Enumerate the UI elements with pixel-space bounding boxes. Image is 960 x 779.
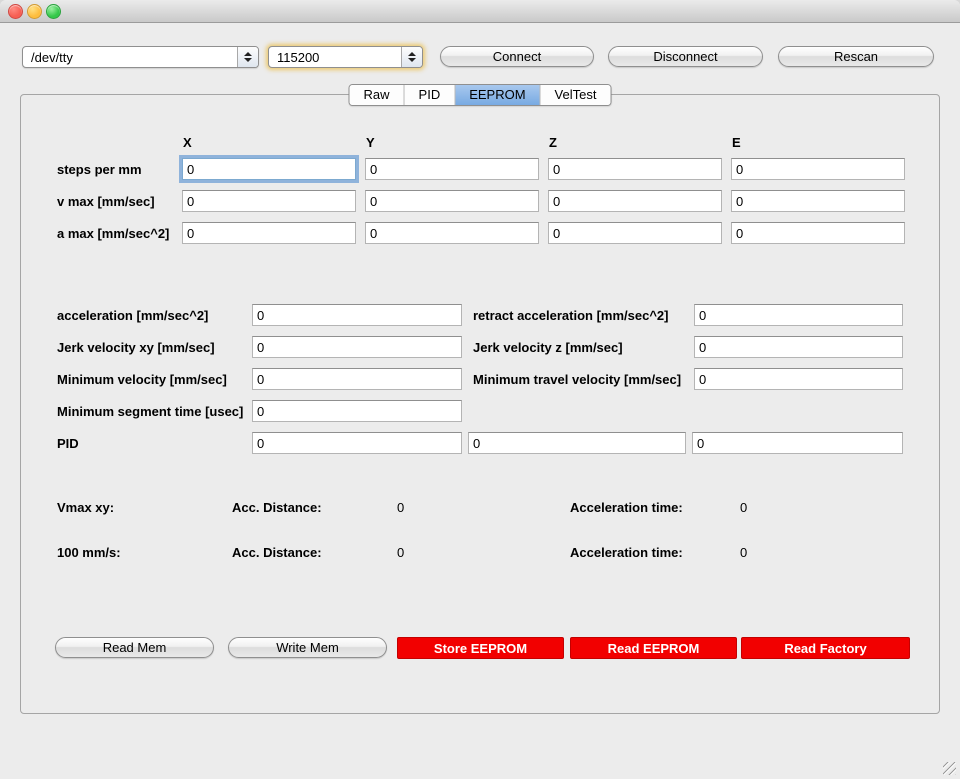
retract-acceleration-field[interactable] <box>694 304 903 326</box>
connect-button[interactable]: Connect <box>440 46 594 67</box>
column-header-z: Z <box>549 135 557 150</box>
retract-acceleration-label: retract acceleration [mm/sec^2] <box>473 308 668 323</box>
read-mem-button[interactable]: Read Mem <box>55 637 214 658</box>
write-mem-button[interactable]: Write Mem <box>228 637 387 658</box>
minimum-segment-time-field[interactable] <box>252 400 462 422</box>
minimum-travel-velocity-field[interactable] <box>694 368 903 390</box>
minimize-button[interactable] <box>27 4 42 19</box>
acc-distance-value-1: 0 <box>397 500 404 515</box>
tab-bar: Raw PID EEPROM VelTest <box>349 84 612 106</box>
resize-grip[interactable] <box>943 762 956 775</box>
column-header-x: X <box>183 135 192 150</box>
tab-raw[interactable]: Raw <box>350 85 405 105</box>
jerk-velocity-z-field[interactable] <box>694 336 903 358</box>
pid-field-2[interactable] <box>468 432 686 454</box>
tab-veltest[interactable]: VelTest <box>541 85 611 105</box>
a-max-x-field[interactable] <box>182 222 356 244</box>
hundred-mms-label: 100 mm/s: <box>57 545 121 560</box>
minimum-segment-time-label: Minimum segment time [usec] <box>57 404 243 419</box>
vmax-xy-label: Vmax xy: <box>57 500 114 515</box>
rescan-button[interactable]: Rescan <box>778 46 934 67</box>
stepper-arrows-icon <box>237 47 258 67</box>
tab-eeprom[interactable]: EEPROM <box>455 85 540 105</box>
v-max-label: v max [mm/sec] <box>57 194 155 209</box>
acceleration-field[interactable] <box>252 304 462 326</box>
v-max-e-field[interactable] <box>731 190 905 212</box>
minimum-travel-velocity-label: Minimum travel velocity [mm/sec] <box>473 372 681 387</box>
acc-distance-label-2: Acc. Distance: <box>232 545 322 560</box>
acceleration-time-label-2: Acceleration time: <box>570 545 683 560</box>
pid-label: PID <box>57 436 79 451</box>
steps-per-mm-e-field[interactable] <box>731 158 905 180</box>
pid-field-1[interactable] <box>252 432 462 454</box>
baud-rate-select[interactable]: 115200 <box>268 46 423 68</box>
column-header-y: Y <box>366 135 375 150</box>
v-max-z-field[interactable] <box>548 190 722 212</box>
disconnect-button[interactable]: Disconnect <box>608 46 763 67</box>
a-max-z-field[interactable] <box>548 222 722 244</box>
stepper-arrows-icon <box>401 47 422 67</box>
title-bar[interactable] <box>0 0 960 23</box>
jerk-velocity-z-label: Jerk velocity z [mm/sec] <box>473 340 623 355</box>
acceleration-time-label-1: Acceleration time: <box>570 500 683 515</box>
minimum-velocity-field[interactable] <box>252 368 462 390</box>
read-eeprom-button[interactable]: Read EEPROM <box>570 637 737 659</box>
steps-per-mm-y-field[interactable] <box>365 158 539 180</box>
pid-field-3[interactable] <box>692 432 903 454</box>
app-window: /dev/tty 115200 Connect Disconnect Resca… <box>0 0 960 779</box>
v-max-x-field[interactable] <box>182 190 356 212</box>
zoom-button[interactable] <box>46 4 61 19</box>
serial-port-select[interactable]: /dev/tty <box>22 46 259 68</box>
close-button[interactable] <box>8 4 23 19</box>
acceleration-time-value-1: 0 <box>740 500 747 515</box>
tab-pid[interactable]: PID <box>405 85 456 105</box>
steps-per-mm-z-field[interactable] <box>548 158 722 180</box>
column-header-e: E <box>732 135 741 150</box>
jerk-velocity-xy-label: Jerk velocity xy [mm/sec] <box>57 340 215 355</box>
a-max-y-field[interactable] <box>365 222 539 244</box>
store-eeprom-button[interactable]: Store EEPROM <box>397 637 564 659</box>
acc-distance-label-1: Acc. Distance: <box>232 500 322 515</box>
read-factory-button[interactable]: Read Factory <box>741 637 910 659</box>
serial-port-value: /dev/tty <box>23 50 237 65</box>
a-max-label: a max [mm/sec^2] <box>57 226 169 241</box>
v-max-y-field[interactable] <box>365 190 539 212</box>
acceleration-label: acceleration [mm/sec^2] <box>57 308 208 323</box>
steps-per-mm-x-field[interactable] <box>182 158 356 180</box>
a-max-e-field[interactable] <box>731 222 905 244</box>
acc-distance-value-2: 0 <box>397 545 404 560</box>
acceleration-time-value-2: 0 <box>740 545 747 560</box>
jerk-velocity-xy-field[interactable] <box>252 336 462 358</box>
steps-per-mm-label: steps per mm <box>57 162 142 177</box>
baud-rate-value: 115200 <box>269 50 401 65</box>
minimum-velocity-label: Minimum velocity [mm/sec] <box>57 372 227 387</box>
